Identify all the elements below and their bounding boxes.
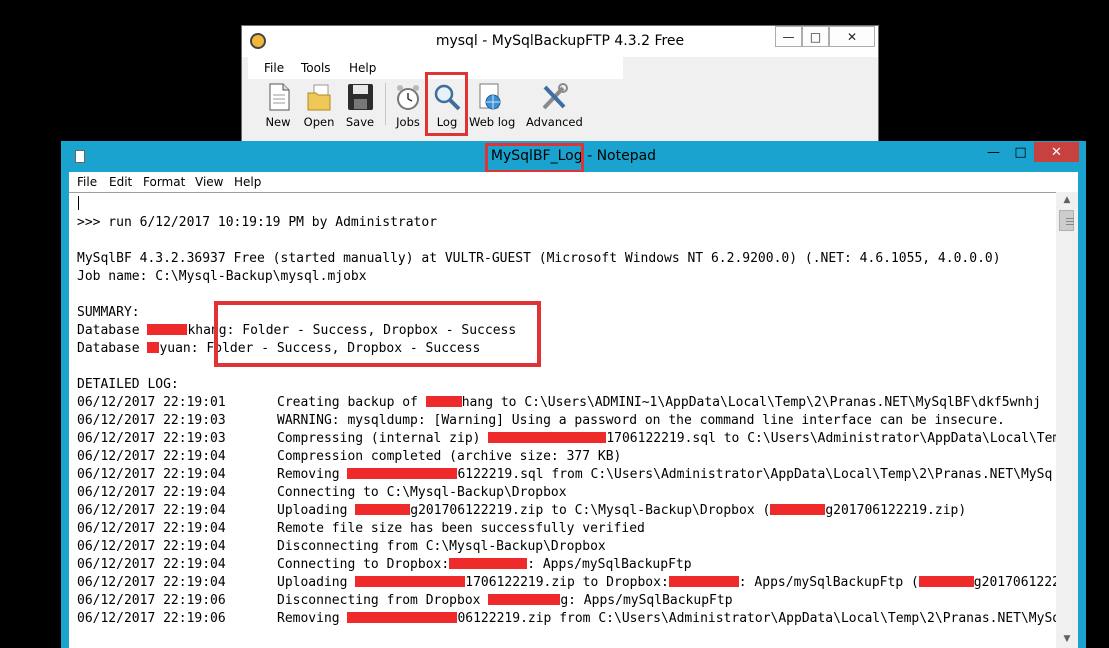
- log-row: 06/12/2017 22:19:04 Removing 6122219.sql …: [77, 467, 1053, 482]
- notepad-maximize-button[interactable]: □: [1007, 142, 1034, 163]
- alarm-clock-icon: [393, 82, 423, 112]
- text-caret: [78, 196, 79, 210]
- np-menu-format[interactable]: Format: [143, 175, 185, 189]
- redaction-mark: [488, 594, 561, 605]
- redaction-mark: [668, 576, 739, 587]
- text-line: MySqlBF 4.3.2.36937 Free (started manual…: [77, 251, 1001, 266]
- title-highlight: [485, 143, 584, 173]
- web-log-button[interactable]: Web log: [469, 79, 515, 129]
- advanced-button[interactable]: Advanced: [526, 79, 583, 129]
- redaction-mark: [449, 558, 528, 569]
- log-button-highlight: [425, 72, 468, 136]
- scroll-up-arrow-icon[interactable]: ▲: [1056, 192, 1078, 209]
- mysqlbackupftp-window: mysql - MySqlBackupFTP 4.3.2 Free — □ ✕ …: [241, 25, 879, 150]
- text-line: Job name: C:\Mysql-Backup\mysql.mjobx: [77, 269, 367, 284]
- log-row: 06/12/2017 22:19:03 Compressing (internal…: [77, 431, 1056, 446]
- redaction-mark: [355, 576, 466, 587]
- log-row: 06/12/2017 22:19:03 WARNING: mysqldump: […: [77, 413, 1005, 428]
- log-row: 06/12/2017 22:19:04 Uploading g2017061222…: [77, 503, 967, 518]
- new-file-icon: [263, 82, 293, 112]
- log-row: 06/12/2017 22:19:04 Uploading 1706122219.…: [77, 575, 1056, 590]
- app-menu-help[interactable]: Help: [349, 61, 376, 75]
- text-line: SUMMARY:: [77, 305, 140, 320]
- redaction-mark: [488, 432, 607, 443]
- notepad-text-area[interactable]: >>> run 6/12/2017 10:19:19 PM by Adminis…: [69, 192, 1056, 648]
- np-menu-file[interactable]: File: [77, 175, 97, 189]
- tools-icon: [539, 82, 569, 112]
- redaction-mark: [347, 612, 458, 623]
- log-row: 06/12/2017 22:19:04 Connecting to C:\Mysq…: [77, 485, 567, 500]
- np-menu-edit[interactable]: Edit: [109, 175, 132, 189]
- log-row: 06/12/2017 22:19:04 Remote file size has …: [77, 521, 645, 536]
- app-titlebar[interactable]: mysql - MySqlBackupFTP 4.3.2 Free — □ ✕: [242, 26, 878, 57]
- app-window-controls: — □ ✕: [775, 26, 875, 47]
- log-row: 06/12/2017 22:19:06 Disconnecting from Dr…: [77, 593, 733, 608]
- np-menu-view[interactable]: View: [195, 175, 223, 189]
- app-maximize-button[interactable]: □: [802, 26, 829, 47]
- log-row: 06/12/2017 22:19:04 Compression completed…: [77, 449, 622, 464]
- redaction-mark: [918, 576, 974, 587]
- text-line: >>> run 6/12/2017 10:19:19 PM by Adminis…: [77, 215, 438, 230]
- summary-highlight: [214, 301, 541, 367]
- toolbar-separator: [385, 83, 386, 125]
- notepad-titlebar[interactable]: MySqlBF_Log - Notepad — □ ✕: [61, 141, 1086, 173]
- log-row: 06/12/2017 22:19:04 Disconnecting from C:…: [77, 539, 606, 554]
- text-line: DETAILED LOG:: [77, 377, 179, 392]
- np-menu-help[interactable]: Help: [234, 175, 261, 189]
- jobs-button[interactable]: Jobs: [387, 79, 429, 129]
- notepad-window-controls: — □ ✕: [980, 142, 1079, 163]
- app-close-button[interactable]: ✕: [829, 26, 875, 47]
- notepad-close-button[interactable]: ✕: [1034, 142, 1079, 162]
- app-minimize-button[interactable]: —: [775, 26, 802, 47]
- redaction-mark: [147, 324, 188, 335]
- app-menu-file[interactable]: File: [264, 61, 284, 75]
- new-button[interactable]: New: [257, 79, 299, 129]
- log-row: 06/12/2017 22:19:01 Creating backup of ha…: [77, 395, 1041, 410]
- app-menu-tools[interactable]: Tools: [301, 61, 331, 75]
- notepad-menubar: File Edit Format View Help: [69, 172, 1078, 192]
- redaction-mark: [347, 468, 458, 479]
- save-disk-icon: [345, 82, 375, 112]
- notepad-window: MySqlBF_Log - Notepad — □ ✕ File Edit Fo…: [61, 141, 1086, 648]
- web-log-icon: [475, 82, 505, 112]
- redaction-mark: [147, 342, 160, 353]
- redaction-mark: [355, 504, 411, 515]
- scroll-down-arrow-icon[interactable]: ▼: [1056, 631, 1078, 648]
- log-row: 06/12/2017 22:19:04 Connecting to Dropbox…: [77, 557, 692, 572]
- save-button[interactable]: Save: [339, 79, 381, 129]
- scroll-thumb[interactable]: [1059, 210, 1074, 231]
- vertical-scrollbar[interactable]: ▲ ▼: [1056, 192, 1078, 648]
- redaction-mark: [425, 396, 462, 407]
- open-folder-icon: [304, 82, 334, 112]
- notepad-minimize-button[interactable]: —: [980, 142, 1007, 163]
- app-toolbar: New Open Save Jobs Log Web log Advanced: [248, 79, 868, 131]
- log-row: 06/12/2017 22:19:06 Removing 06122219.zip…: [77, 611, 1056, 626]
- open-button[interactable]: Open: [298, 79, 340, 129]
- redaction-mark: [770, 504, 826, 515]
